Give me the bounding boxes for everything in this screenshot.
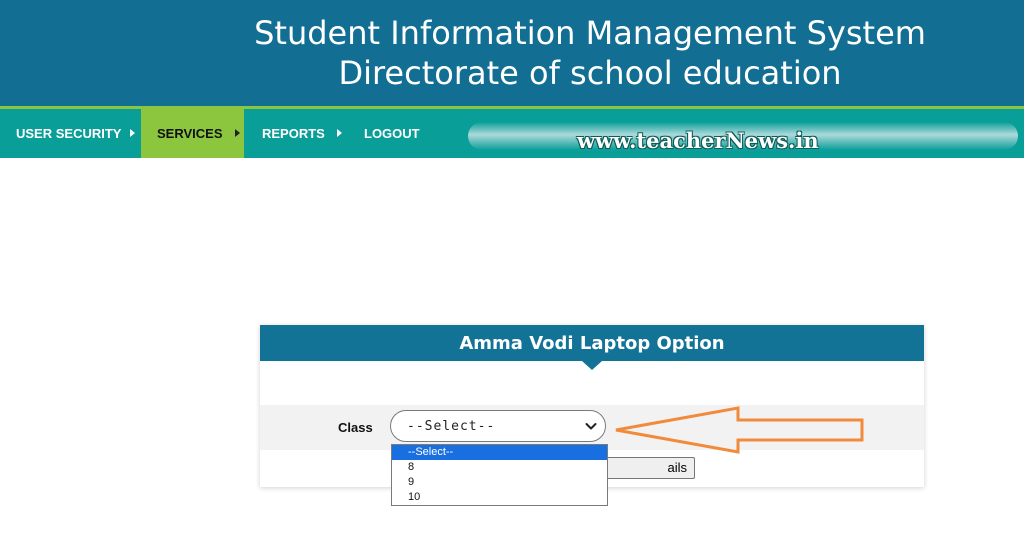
caret-right-icon	[130, 129, 135, 137]
dropdown-option[interactable]: 8	[392, 460, 607, 475]
panel-notch	[582, 361, 602, 370]
header-title-line2: Directorate of school education	[338, 54, 842, 92]
nav-item-reports[interactable]: REPORTS	[248, 109, 348, 158]
nav-item-label: REPORTS	[262, 126, 325, 141]
caret-right-icon	[337, 129, 342, 137]
chevron-down-icon	[585, 423, 597, 430]
site-header: Student Information Management System Di…	[0, 0, 1024, 106]
class-select[interactable]: --Select--	[390, 410, 606, 442]
nav-item-logout[interactable]: LOGOUT	[352, 109, 432, 158]
caret-right-icon	[235, 129, 240, 137]
nav-item-label: SERVICES	[157, 126, 223, 141]
class-dropdown-list: --Select-- 8 9 10	[391, 444, 608, 506]
dropdown-option[interactable]: --Select--	[392, 445, 607, 460]
dropdown-option[interactable]: 10	[392, 490, 607, 505]
nav-item-user-security[interactable]: USER SECURITY	[0, 109, 140, 158]
header-title-line1: Student Information Management System	[254, 14, 926, 52]
watermark-text: www.teacherNews.in	[577, 128, 819, 153]
dropdown-option[interactable]: 9	[392, 475, 607, 490]
class-label: Class	[338, 420, 373, 435]
panel-title: Amma Vodi Laptop Option	[260, 325, 924, 361]
nav-item-label: USER SECURITY	[16, 126, 122, 141]
nav-item-label: LOGOUT	[364, 126, 420, 141]
nav-item-services[interactable]: SERVICES	[141, 109, 244, 158]
orange-arrow-annotation	[615, 406, 864, 454]
class-select-value: --Select--	[407, 419, 496, 434]
get-details-button[interactable]: ails	[603, 457, 695, 479]
